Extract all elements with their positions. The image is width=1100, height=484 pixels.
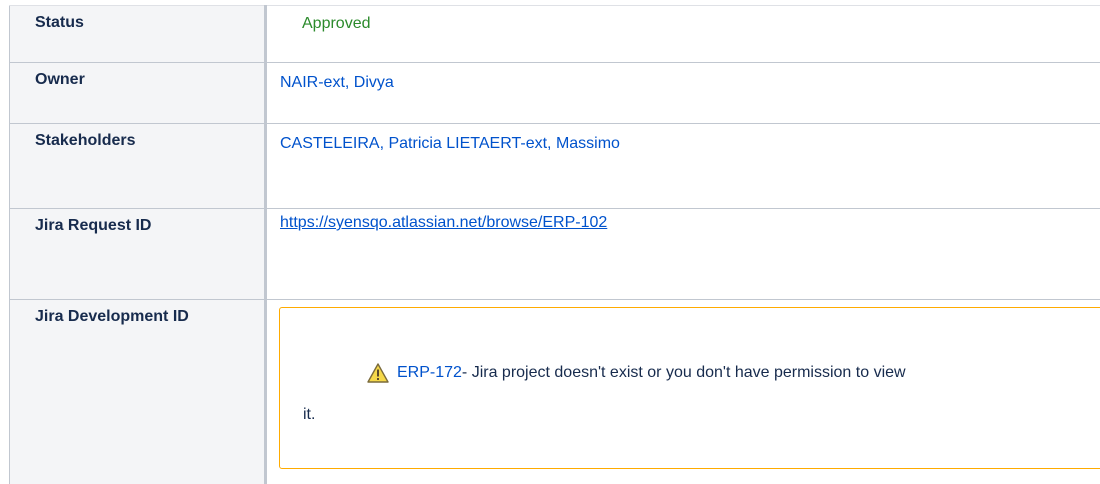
- status-cell: Approved: [265, 5, 1100, 63]
- properties-table: Status Approved Owner NAIR-ext, Divya St…: [9, 5, 1100, 484]
- row-owner: Owner NAIR-ext, Divya: [9, 62, 1100, 124]
- row-jira-development: Jira Development ID ERP-172 - Jira proje…: [9, 299, 1100, 484]
- stakeholders-cell: CASTELEIRA, Patricia LIETAERT-ext, Massi…: [265, 123, 1100, 209]
- warning-message-line: ERP-172 - Jira project doesn't exist or …: [367, 363, 906, 383]
- jira-development-label: Jira Development ID: [9, 299, 267, 484]
- jira-issue-link[interactable]: ERP-172: [397, 363, 462, 383]
- stakeholder-user-link[interactable]: LIETAERT-ext, Massimo: [446, 135, 620, 152]
- warning-message-text: - Jira project doesn't exist or you don'…: [461, 364, 906, 381]
- page-properties: Status Approved Owner NAIR-ext, Divya St…: [0, 0, 1100, 484]
- row-jira-request: Jira Request ID https://syensqo.atlassia…: [9, 208, 1100, 300]
- row-status: Status Approved: [9, 5, 1100, 63]
- row-stakeholders: Stakeholders CASTELEIRA, Patricia LIETAE…: [9, 123, 1100, 209]
- stakeholder-user-link[interactable]: CASTELEIRA, Patricia: [280, 135, 442, 152]
- status-label: Status: [9, 5, 267, 63]
- owner-user-link[interactable]: NAIR-ext, Divya: [280, 74, 394, 91]
- jira-request-label: Jira Request ID: [9, 208, 267, 300]
- stakeholders-label: Stakeholders: [9, 123, 267, 209]
- jira-development-cell: ERP-172 - Jira project doesn't exist or …: [265, 299, 1100, 484]
- jira-request-cell: https://syensqo.atlassian.net/browse/ERP…: [265, 208, 1100, 300]
- owner-label: Owner: [9, 62, 267, 124]
- owner-cell: NAIR-ext, Divya: [265, 62, 1100, 124]
- status-value: Approved: [302, 15, 371, 32]
- jira-warning-box: ERP-172 - Jira project doesn't exist or …: [279, 307, 1100, 469]
- jira-request-url-link[interactable]: https://syensqo.atlassian.net/browse/ERP…: [280, 214, 607, 231]
- warning-triangle-icon: [367, 363, 389, 383]
- warning-message-continuation: it.: [303, 406, 316, 423]
